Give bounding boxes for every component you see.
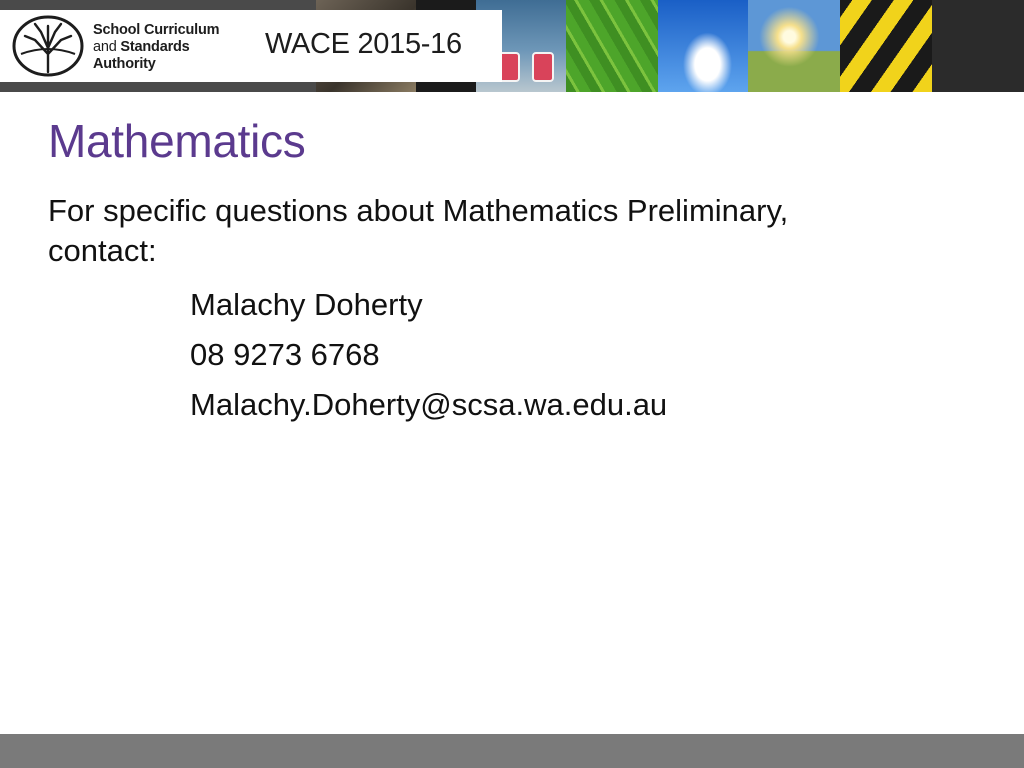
footer-bar bbox=[0, 734, 1024, 768]
header-banner: School Curriculum and Standards Authorit… bbox=[0, 0, 1024, 92]
scsa-tree-logo-icon bbox=[12, 15, 84, 77]
banner-photo-stripes bbox=[840, 0, 932, 92]
org-line-2-prefix: and bbox=[93, 39, 121, 55]
shoe-right-icon bbox=[532, 52, 554, 82]
banner-photo-leaf bbox=[566, 0, 658, 92]
org-line-2-bold: Standards bbox=[120, 39, 190, 55]
intro-text: For specific questions about Mathematics… bbox=[48, 193, 789, 268]
contact-details: Malachy Doherty 08 9273 6768 Malachy.Doh… bbox=[190, 280, 667, 430]
slide-title: Mathematics bbox=[48, 115, 306, 167]
logo-panel: School Curriculum and Standards Authorit… bbox=[0, 10, 502, 82]
banner-photo-sky bbox=[658, 0, 748, 92]
banner-photo-sun bbox=[748, 0, 840, 92]
banner-title: WACE 2015-16 bbox=[265, 28, 462, 60]
contact-name: Malachy Doherty bbox=[190, 287, 423, 322]
organisation-name: School Curriculum and Standards Authorit… bbox=[93, 22, 220, 73]
contact-email: Malachy.Doherty@scsa.wa.edu.au bbox=[190, 387, 668, 422]
org-line-2: and Standards bbox=[93, 39, 219, 56]
org-line-3: Authority bbox=[93, 56, 156, 72]
org-line-1: School Curriculum bbox=[93, 22, 220, 38]
contact-phone: 08 9273 6768 bbox=[190, 337, 380, 372]
